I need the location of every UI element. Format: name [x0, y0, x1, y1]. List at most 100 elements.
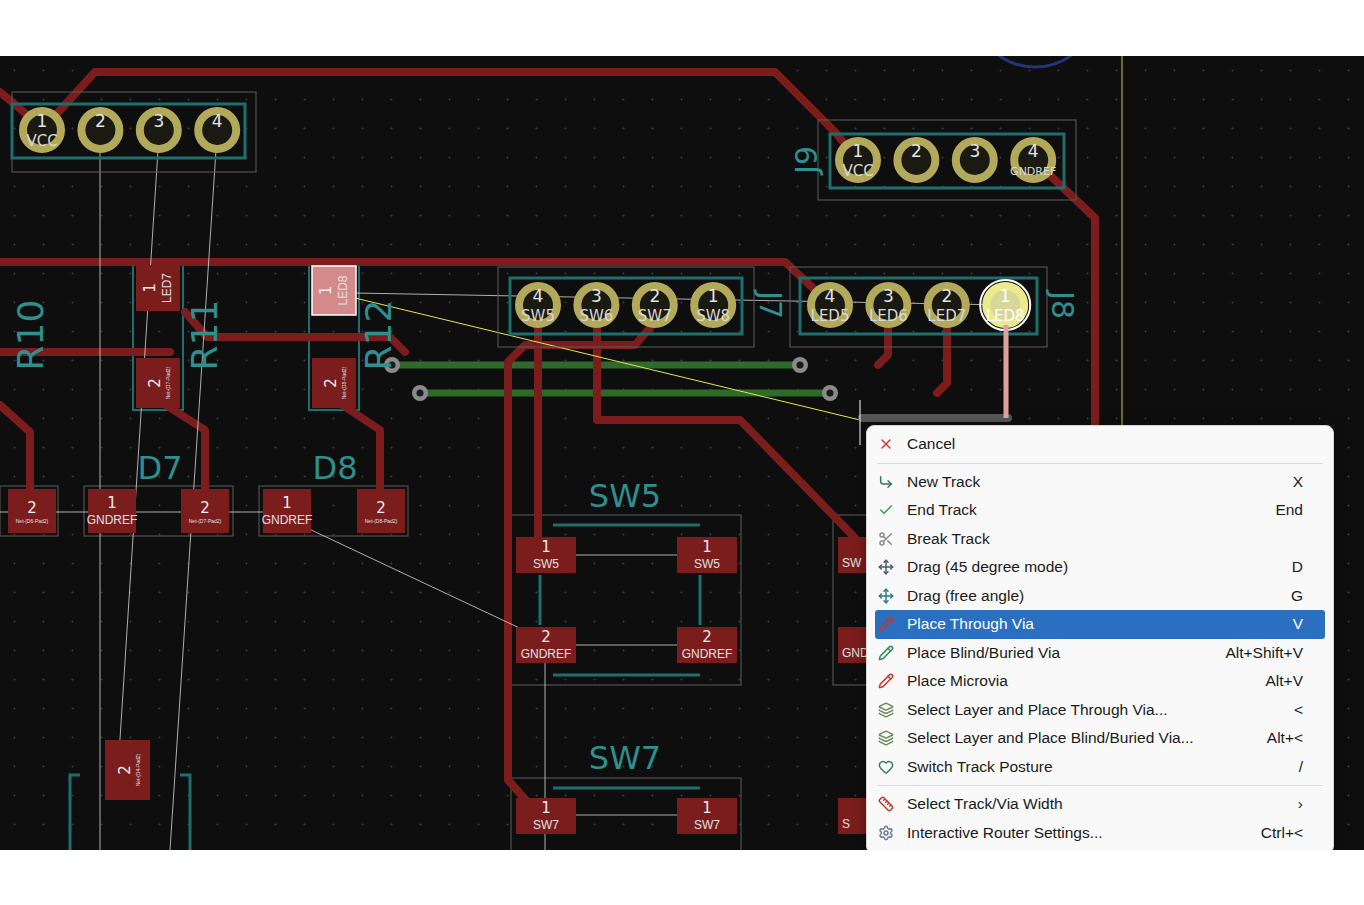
pad-number: 1: [541, 799, 551, 817]
highlighted-track[interactable]: [1004, 325, 1009, 418]
through-hole-pad[interactable]: 1VCC: [839, 141, 877, 180]
kicad-pcb-editor: R10R11R12D7D8SW5SW71VCC234J91VCC234GNDRE…: [0, 0, 1364, 905]
menu-action-icon: [878, 673, 894, 689]
through-hole-pad[interactable]: 4LED5: [811, 286, 850, 325]
through-hole-pad[interactable]: 2: [81, 111, 119, 149]
pad-net: LED6: [869, 307, 908, 325]
through-hole-pad[interactable]: 3LED6: [869, 286, 908, 325]
menu-action-icon: [878, 588, 894, 604]
through-hole-pad[interactable]: 1SW8: [694, 286, 732, 325]
smd-pad[interactable]: 1LED7: [136, 265, 180, 311]
pad-number: 4: [533, 286, 544, 306]
routing-track[interactable]: [862, 414, 1008, 422]
smd-pad[interactable]: 2Net-(D6-Pad2): [8, 489, 56, 533]
context-menu-item[interactable]: Select Layer and Place Blind/Buried Via.…: [875, 724, 1325, 753]
menu-item-label: Break Track: [907, 530, 1287, 548]
pad-number: 1: [37, 111, 48, 131]
pad-net: SW7: [533, 818, 559, 832]
pad-net: Net-(D4-Pad2): [135, 753, 141, 786]
context-menu-item[interactable]: Drag (free angle)G: [875, 582, 1325, 611]
pad-net: LED8: [336, 275, 350, 305]
pin-header[interactable]: 1VCC 234: [12, 92, 256, 172]
via[interactable]: [792, 357, 808, 373]
pin-header[interactable]: J9 1VCC 23 4GNDREF: [789, 120, 1077, 200]
pad-net: SW5: [521, 307, 555, 325]
via[interactable]: [822, 385, 838, 401]
pad-net: SW5: [694, 557, 720, 571]
through-hole-pad[interactable]: 2: [897, 141, 935, 179]
smd-pad[interactable]: 1SW7: [677, 798, 737, 834]
via[interactable]: [412, 385, 428, 401]
smd-pad[interactable]: 2GNDREF: [516, 627, 576, 663]
pad-number: 1: [141, 283, 159, 293]
context-menu[interactable]: Cancel New TrackXEnd TrackEnd Break Track D…: [866, 425, 1334, 850]
pad-number: 2: [27, 499, 37, 517]
context-menu-item[interactable]: Select Layer and Place Through Via...<: [875, 696, 1325, 725]
menu-item-icon: [877, 795, 895, 813]
menu-item-shortcut: Ctrl+<: [1245, 824, 1303, 842]
menu-action-icon: [878, 730, 894, 746]
through-hole-pad[interactable]: 2LED7: [927, 286, 966, 325]
through-hole-pad[interactable]: 1LED8: [980, 280, 1030, 330]
smd-pad[interactable]: 2Net-(D7-Pad2): [136, 358, 180, 408]
context-menu-item[interactable]: Switch Track Posture/: [875, 753, 1325, 782]
through-hole-pad[interactable]: 4: [198, 111, 236, 149]
smd-pad[interactable]: 2Net-(D8-Pad2): [312, 358, 356, 408]
menu-action-icon: [878, 616, 894, 632]
pad-net: Net-(D8-Pad2): [341, 366, 347, 399]
context-menu-item[interactable]: Break Track: [875, 525, 1325, 554]
menu-item-icon: [877, 530, 895, 548]
context-menu-item[interactable]: Drag (45 degree mode)D: [875, 553, 1325, 582]
smd-pad[interactable]: 1GNDREF: [262, 489, 313, 533]
smd-pad[interactable]: 2Net-(D8-Pad2): [357, 489, 405, 533]
pad-net: Net-(D6-Pad2): [16, 518, 49, 524]
bottom-margin: [0, 850, 1364, 905]
menu-item-shortcut: G: [1275, 587, 1303, 605]
pcb-canvas[interactable]: R10R11R12D7D8SW5SW71VCC234J91VCC234GNDRE…: [0, 56, 1364, 850]
smd-pad[interactable]: 2Net-(D4-Pad2): [105, 740, 150, 800]
through-hole-pad[interactable]: 4GNDREF: [1010, 141, 1056, 179]
menu-item-shortcut: ›: [1282, 795, 1303, 813]
menu-action-icon: [878, 796, 894, 812]
menu-action-icon: [878, 825, 894, 841]
context-menu-item[interactable]: End TrackEnd: [875, 496, 1325, 525]
context-menu-item[interactable]: Place Blind/Buried ViaAlt+Shift+V: [875, 639, 1325, 668]
pin-header[interactable]: J84LED53LED62LED71LED8: [790, 267, 1080, 347]
pad-net: SW6: [579, 307, 613, 325]
copper-tracks-bottom[interactable]: [392, 365, 830, 393]
smd-pad[interactable]: 1GNDREF: [87, 489, 138, 533]
smd-pad[interactable]: 2GNDREF: [677, 627, 737, 663]
pad-number: 4: [825, 286, 836, 306]
smd-pad[interactable]: 1LED8: [312, 266, 356, 315]
through-hole-pad[interactable]: 2SW7: [636, 286, 674, 325]
menu-item-shortcut: Alt+<: [1251, 729, 1303, 747]
menu-action-icon: [878, 702, 894, 718]
through-hole-pad[interactable]: 3: [956, 141, 994, 179]
context-menu-item[interactable]: Interactive Router Settings...Ctrl+<: [875, 819, 1325, 848]
menu-item-icon: [877, 435, 895, 453]
smd-pad[interactable]: 2Net-(D7-Pad2): [181, 489, 229, 533]
context-menu-item[interactable]: Select Track/Via Width›: [875, 790, 1325, 819]
menu-item-shortcut: V: [1277, 615, 1303, 633]
through-hole-pad[interactable]: 3: [140, 111, 178, 149]
cursor-icon: [860, 400, 861, 445]
pad-number: 2: [541, 628, 551, 646]
smd-pad[interactable]: 1SW7: [516, 798, 576, 834]
through-hole-pad[interactable]: 4SW5: [519, 286, 557, 325]
through-hole-pad[interactable]: 3SW6: [577, 286, 615, 325]
context-menu-item[interactable]: New TrackX: [875, 468, 1325, 497]
pad-net: LED5: [811, 307, 850, 325]
through-hole-pad[interactable]: 1VCC: [23, 111, 61, 150]
context-menu-item[interactable]: Cancel: [875, 430, 1325, 459]
pad-net: GNDREF: [521, 647, 572, 661]
pad-net: Net-(D7-Pad2): [189, 518, 222, 524]
context-menu-item[interactable]: Place MicroviaAlt+V: [875, 667, 1325, 696]
pin-header[interactable]: J7 4SW5 3SW6 2SW7 1SW8: [498, 267, 788, 347]
reference-label: J9: [789, 146, 824, 176]
context-menu-item[interactable]: Place Through ViaV: [875, 610, 1325, 639]
pad-net: SW8: [696, 307, 730, 325]
pad-number: 2: [941, 286, 952, 306]
smd-pad[interactable]: 1SW5: [677, 537, 737, 573]
reference-label: J7: [753, 289, 788, 319]
smd-pad[interactable]: 1SW5: [516, 537, 576, 573]
